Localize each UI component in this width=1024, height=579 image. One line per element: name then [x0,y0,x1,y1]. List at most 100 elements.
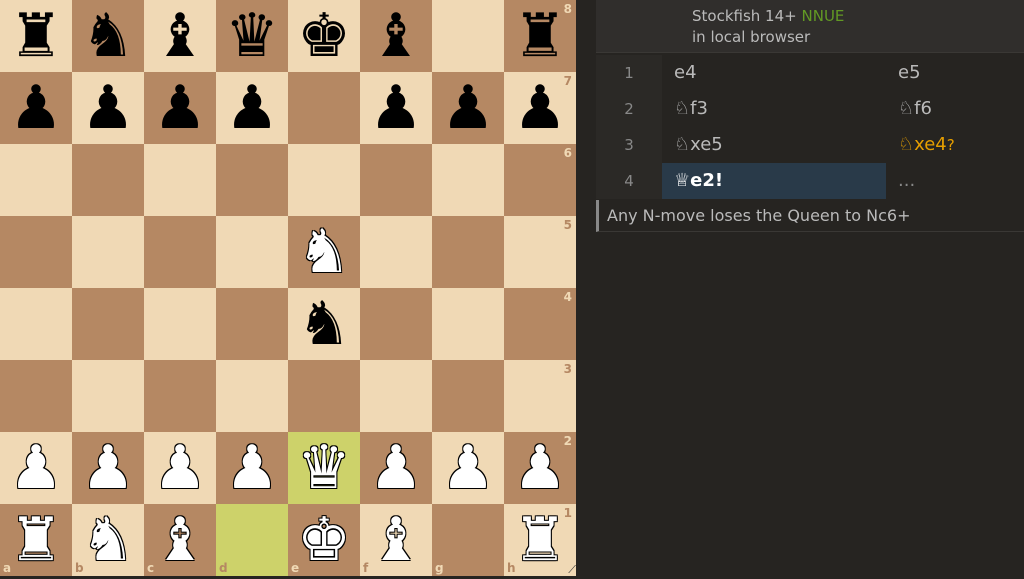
rank-label: 5 [563,218,572,232]
square-d1[interactable]: d [216,504,288,576]
square-b1[interactable]: ♞ b [72,504,144,576]
square-h6[interactable]: 6 [504,144,576,216]
white-bishop-icon[interactable]: ♝ [360,504,432,576]
white-queen-icon[interactable]: ♛ [288,432,360,504]
square-c2[interactable]: ♟ [144,432,216,504]
white-pawn-icon[interactable]: ♟ [216,432,288,504]
white-pawn-icon[interactable]: ♟ [0,432,72,504]
square-g8[interactable] [432,0,504,72]
square-h3[interactable]: 3 [504,360,576,432]
square-c3[interactable] [144,360,216,432]
square-f7[interactable]: ♟ [360,72,432,144]
black-queen-icon[interactable]: ♛ [216,0,288,72]
square-c7[interactable]: ♟ [144,72,216,144]
chess-board[interactable]: ♜ ♞ ♝ ♛ ♚ ♝ ♜ 8 ♟ ♟ ♟ ♟ ♟ ♟ ♟ 7 6 ♞ 5 ♞ 4 3 ♟ ♟ ♟ ♟ ♛ ♟ ♟ ♟ 2 ♜ a ♞ b ♝ c d ♚ e… [0,0,576,576]
square-c6[interactable] [144,144,216,216]
square-f3[interactable] [360,360,432,432]
square-h2[interactable]: ♟ 2 [504,432,576,504]
square-g4[interactable] [432,288,504,360]
square-a7[interactable]: ♟ [0,72,72,144]
file-label: e [291,561,300,575]
square-b6[interactable] [72,144,144,216]
square-e4[interactable]: ♞ [288,288,360,360]
white-pawn-icon[interactable]: ♟ [360,432,432,504]
black-pawn-icon[interactable]: ♟ [360,72,432,144]
square-e7[interactable] [288,72,360,144]
move-black[interactable]: ♘xe4? [886,127,1024,163]
white-bishop-icon[interactable]: ♝ [144,504,216,576]
black-pawn-icon[interactable]: ♟ [144,72,216,144]
white-pawn-icon[interactable]: ♟ [72,432,144,504]
square-c5[interactable] [144,216,216,288]
black-king-icon[interactable]: ♚ [288,0,360,72]
good-move-annotation: ! [714,170,724,191]
square-e8[interactable]: ♚ [288,0,360,72]
square-c4[interactable] [144,288,216,360]
square-b2[interactable]: ♟ [72,432,144,504]
square-f1[interactable]: ♝ f [360,504,432,576]
move-white[interactable]: ♘xe5 [662,127,886,163]
square-e6[interactable] [288,144,360,216]
square-g2[interactable]: ♟ [432,432,504,504]
square-b3[interactable] [72,360,144,432]
square-e1[interactable]: ♚ e [288,504,360,576]
square-g1[interactable]: g [432,504,504,576]
square-e5[interactable]: ♞ [288,216,360,288]
square-h8[interactable]: ♜ 8 [504,0,576,72]
square-g7[interactable]: ♟ [432,72,504,144]
square-b4[interactable] [72,288,144,360]
square-d6[interactable] [216,144,288,216]
square-h7[interactable]: ♟ 7 [504,72,576,144]
black-pawn-icon[interactable]: ♟ [72,72,144,144]
square-d5[interactable] [216,216,288,288]
square-b5[interactable] [72,216,144,288]
square-h4[interactable]: 4 [504,288,576,360]
black-bishop-icon[interactable]: ♝ [144,0,216,72]
square-d4[interactable] [216,288,288,360]
square-a1[interactable]: ♜ a [0,504,72,576]
square-d2[interactable]: ♟ [216,432,288,504]
square-d3[interactable] [216,360,288,432]
move-white-active[interactable]: ♕e2! [662,163,886,199]
square-c8[interactable]: ♝ [144,0,216,72]
square-d8[interactable]: ♛ [216,0,288,72]
square-a4[interactable] [0,288,72,360]
square-c1[interactable]: ♝ c [144,504,216,576]
square-f4[interactable] [360,288,432,360]
black-pawn-icon[interactable]: ♟ [432,72,504,144]
square-d7[interactable]: ♟ [216,72,288,144]
square-g3[interactable] [432,360,504,432]
square-a2[interactable]: ♟ [0,432,72,504]
square-f2[interactable]: ♟ [360,432,432,504]
black-knight-icon[interactable]: ♞ [72,0,144,72]
move-black[interactable]: ♘f6 [886,91,1024,127]
black-rook-icon[interactable]: ♜ [0,0,72,72]
board-resize-handle[interactable]: ⟋ [564,564,576,576]
square-f6[interactable] [360,144,432,216]
square-a6[interactable] [0,144,72,216]
black-knight-icon[interactable]: ♞ [288,288,360,360]
square-h5[interactable]: 5 [504,216,576,288]
black-bishop-icon[interactable]: ♝ [360,0,432,72]
engine-title: Stockfish 14+ NNUE [692,7,844,25]
white-knight-icon[interactable]: ♞ [288,216,360,288]
black-pawn-icon[interactable]: ♟ [0,72,72,144]
white-pawn-icon[interactable]: ♟ [432,432,504,504]
square-a5[interactable] [0,216,72,288]
square-f8[interactable]: ♝ [360,0,432,72]
square-b7[interactable]: ♟ [72,72,144,144]
move-white[interactable]: e4 [662,55,886,91]
square-a8[interactable]: ♜ [0,0,72,72]
move-black[interactable]: e5 [886,55,1024,91]
square-a3[interactable] [0,360,72,432]
square-e3[interactable] [288,360,360,432]
square-e2[interactable]: ♛ [288,432,360,504]
square-g5[interactable] [432,216,504,288]
move-number: 2 [596,91,662,127]
square-g6[interactable] [432,144,504,216]
square-b8[interactable]: ♞ [72,0,144,72]
black-pawn-icon[interactable]: ♟ [216,72,288,144]
move-white[interactable]: ♘f3 [662,91,886,127]
square-f5[interactable] [360,216,432,288]
white-pawn-icon[interactable]: ♟ [144,432,216,504]
